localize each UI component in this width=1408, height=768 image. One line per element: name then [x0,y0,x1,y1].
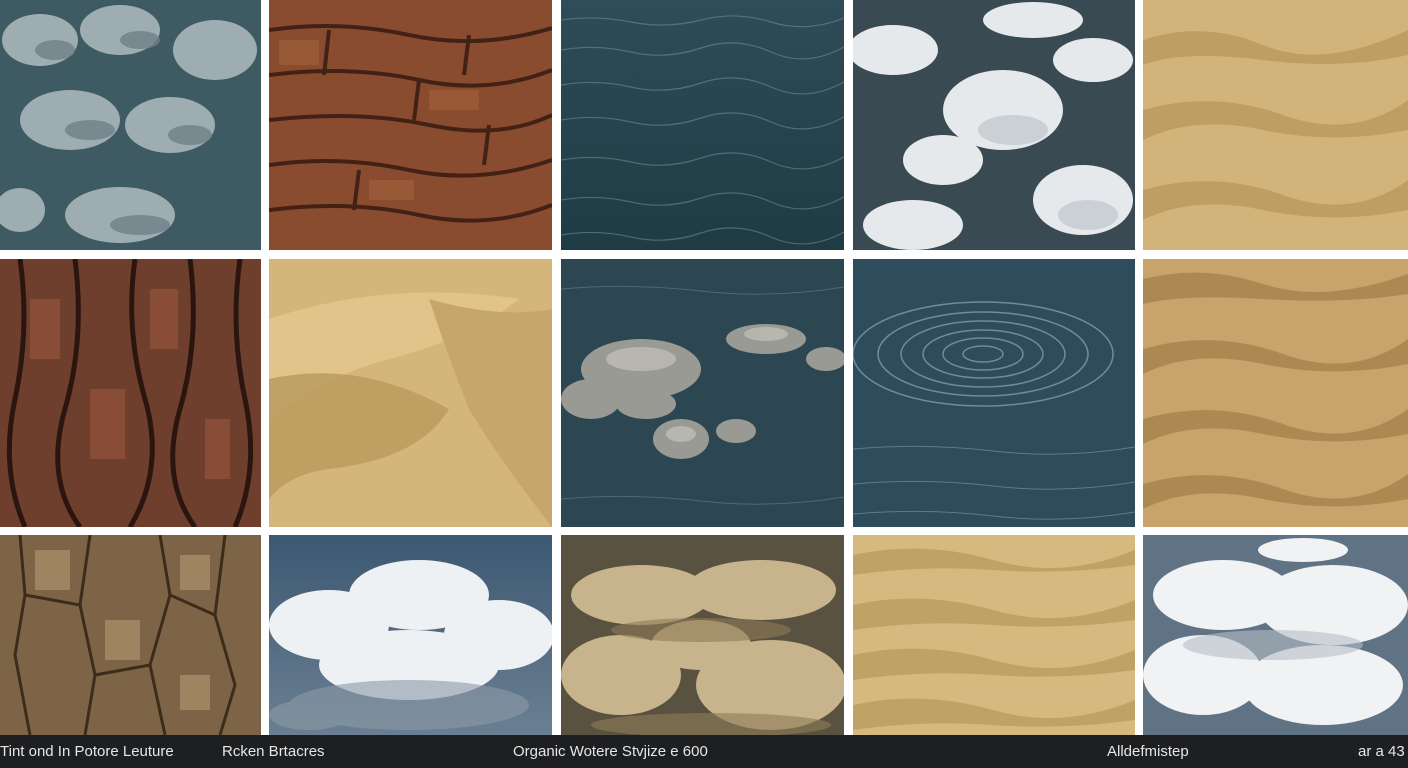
tile-dry-bark[interactable] [0,535,261,735]
white-clouds-image [1143,535,1408,735]
caption-second-text: Rcken Brtacres [222,743,325,760]
tile-sand-waves[interactable] [853,535,1135,735]
tile-clouds-reflection[interactable] [853,0,1135,250]
pine-bark-image [0,259,261,527]
texture-grid [0,0,1408,735]
dry-bark-image [0,535,261,735]
tile-sand-ripples[interactable] [1143,259,1408,527]
rocks-in-water-image [561,259,844,527]
tile-ocean-water[interactable] [561,0,844,250]
tile-cumulus-clouds[interactable] [269,535,552,735]
sand-ripples-image [1143,259,1408,527]
tile-rocks-in-water[interactable] [561,259,844,527]
caption-bar: Tint ond In Potore Leuture Rcken Brtacre… [0,735,1408,768]
cracked-bark-image [269,0,552,250]
water-ripples-image [853,259,1135,527]
cumulus-clouds-image [269,535,552,735]
caption-corner-text: ar a 43 [1358,743,1405,760]
tile-sand-dunes[interactable] [1143,0,1408,250]
tile-pine-bark[interactable] [0,259,261,527]
clouds-reflection-image [853,0,1135,250]
caption-center-text: Organic Wotere Stvjize e 600 [513,743,708,760]
tile-smooth-sand-dunes[interactable] [269,259,552,527]
tile-water-ripples[interactable] [853,259,1135,527]
tile-dust-clouds[interactable] [561,535,844,735]
sand-dunes-image [1143,0,1408,250]
tile-white-clouds[interactable] [1143,535,1408,735]
ocean-water-image [561,0,844,250]
tile-wet-rock[interactable] [0,0,261,250]
caption-right-text: Alldefmistep [1107,743,1189,760]
dust-clouds-image [561,535,844,735]
caption-left-text: Tint ond In Potore Leuture [0,743,174,760]
wet-rock-image [0,0,261,250]
sand-waves-image [853,535,1135,735]
smooth-sand-dunes-image [269,259,552,527]
tile-cracked-bark-red[interactable] [269,0,552,250]
